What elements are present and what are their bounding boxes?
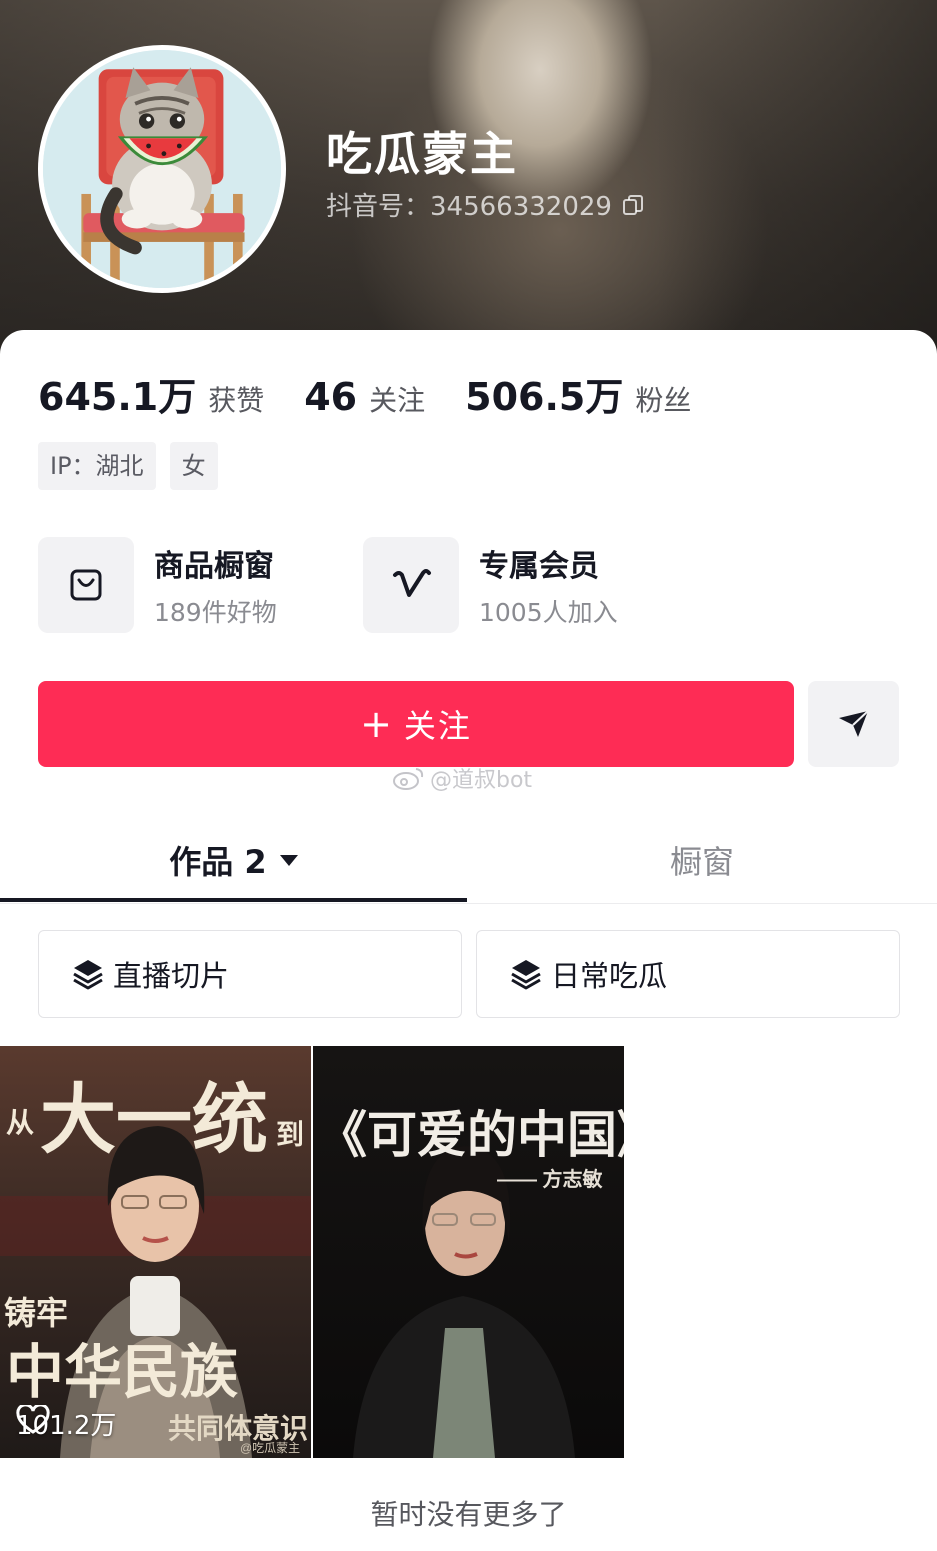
cat-avatar-illustration: [43, 50, 281, 288]
stat-label: 获赞: [208, 384, 265, 417]
collection-daily-gossip[interactable]: 日常吃瓜: [476, 930, 900, 1018]
active-tab-indicator: [0, 898, 467, 902]
tab-works-label: 作品 2: [169, 843, 267, 881]
profile-page: 吃瓜蒙主 抖音号：34566332029 645.1万 获赞 46 关注 506…: [0, 0, 937, 1551]
cover-text: 从: [6, 1107, 34, 1138]
video-thumbnail[interactable]: 从 大一统 到 铸牢 中华民族 共同体意识 @吃瓜蒙主 101.2万: [0, 1046, 311, 1458]
douyin-id-text: 抖音号：34566332029: [326, 192, 612, 222]
stat-value: 46: [304, 375, 358, 419]
cover-text: 大一统: [40, 1078, 268, 1163]
content-tabs: 作品 2 橱窗: [0, 816, 937, 904]
v-membership-icon: [363, 537, 459, 633]
send-message-button[interactable]: [808, 681, 899, 767]
shortcut-title: 商品橱窗: [154, 549, 274, 584]
stat-label: 粉丝: [635, 384, 692, 417]
stat-likes[interactable]: 645.1万 获赞: [38, 366, 264, 421]
cover-text: 铸牢: [4, 1295, 68, 1331]
cover-text: 共同体意识: [168, 1412, 308, 1444]
profile-nickname: 吃瓜蒙主: [326, 127, 518, 181]
stat-label: 关注: [369, 384, 426, 417]
shop-window-shortcut[interactable]: 商品橱窗 189件好物: [38, 537, 363, 633]
copy-icon[interactable]: [622, 194, 644, 216]
collection-row: 直播切片 日常吃瓜: [38, 930, 914, 1018]
cover-text: @吃瓜蒙主: [240, 1441, 300, 1455]
profile-card: 645.1万 获赞 46 关注 506.5万 粉丝 IP：湖北 女 商品橱窗 1…: [0, 330, 937, 1551]
shortcut-subtitle: 189件好物: [154, 598, 277, 627]
cover-text: 中华民族: [6, 1340, 238, 1405]
stat-value: 645.1万: [38, 375, 197, 419]
shortcut-row: 商品橱窗 189件好物 专属会员 1005人加入: [38, 537, 688, 633]
stat-followers[interactable]: 506.5万 粉丝: [465, 366, 691, 421]
tab-works[interactable]: 作品 2: [0, 816, 468, 904]
weibo-watermark: @道叔bot: [392, 762, 532, 794]
layers-icon: [511, 960, 541, 990]
video-likes: 101.2万: [16, 1405, 116, 1442]
shortcut-title: 专属会员: [479, 549, 599, 584]
profile-tags: IP：湖北 女: [38, 442, 232, 490]
membership-shortcut[interactable]: 专属会员 1005人加入: [363, 537, 688, 633]
layers-icon: [73, 960, 103, 990]
stats-row: 645.1万 获赞 46 关注 506.5万 粉丝: [38, 366, 731, 421]
tab-shop-label: 橱窗: [669, 843, 734, 881]
shortcut-subtitle: 1005人加入: [479, 598, 618, 627]
follow-button[interactable]: + 关注: [38, 681, 794, 767]
video-thumbnail[interactable]: 《可爱的中国》 —— 方志敏: [313, 1046, 624, 1458]
watermark-text: @道叔bot: [430, 768, 533, 793]
tab-shop-window[interactable]: 橱窗: [468, 816, 936, 904]
video-cover-2: 《可爱的中国》 —— 方志敏: [313, 1046, 624, 1458]
gender-tag: 女: [169, 442, 218, 490]
weibo-logo-icon: [393, 768, 424, 790]
caret-down-icon: [279, 855, 298, 866]
stat-value: 506.5万: [465, 375, 624, 419]
collection-label: 日常吃瓜: [551, 959, 668, 993]
douyin-id[interactable]: 抖音号：34566332029: [326, 186, 644, 223]
collection-live-clips[interactable]: 直播切片: [38, 930, 462, 1018]
shopping-bag-icon: [38, 537, 134, 633]
cover-text: —— 方志敏: [497, 1167, 604, 1191]
action-row: + 关注: [38, 681, 899, 767]
video-grid: 从 大一统 到 铸牢 中华民族 共同体意识 @吃瓜蒙主 101.2万 《可爱的中…: [0, 1046, 626, 1458]
cover-text: 到: [276, 1119, 304, 1150]
send-icon: [838, 710, 869, 737]
avatar[interactable]: [38, 45, 286, 293]
plus-icon: +: [360, 702, 394, 746]
stat-following[interactable]: 46 关注: [304, 375, 425, 419]
ip-location-tag: IP：湖北: [38, 442, 156, 490]
cover-text: 《可爱的中国》: [317, 1107, 624, 1163]
end-of-list-text: 暂时没有更多了: [370, 1498, 567, 1531]
video-cover-1: 从 大一统 到 铸牢 中华民族 共同体意识 @吃瓜蒙主: [0, 1046, 311, 1458]
heart-icon: [16, 1405, 50, 1434]
collection-label: 直播切片: [113, 959, 230, 993]
follow-label: 关注: [403, 707, 472, 745]
